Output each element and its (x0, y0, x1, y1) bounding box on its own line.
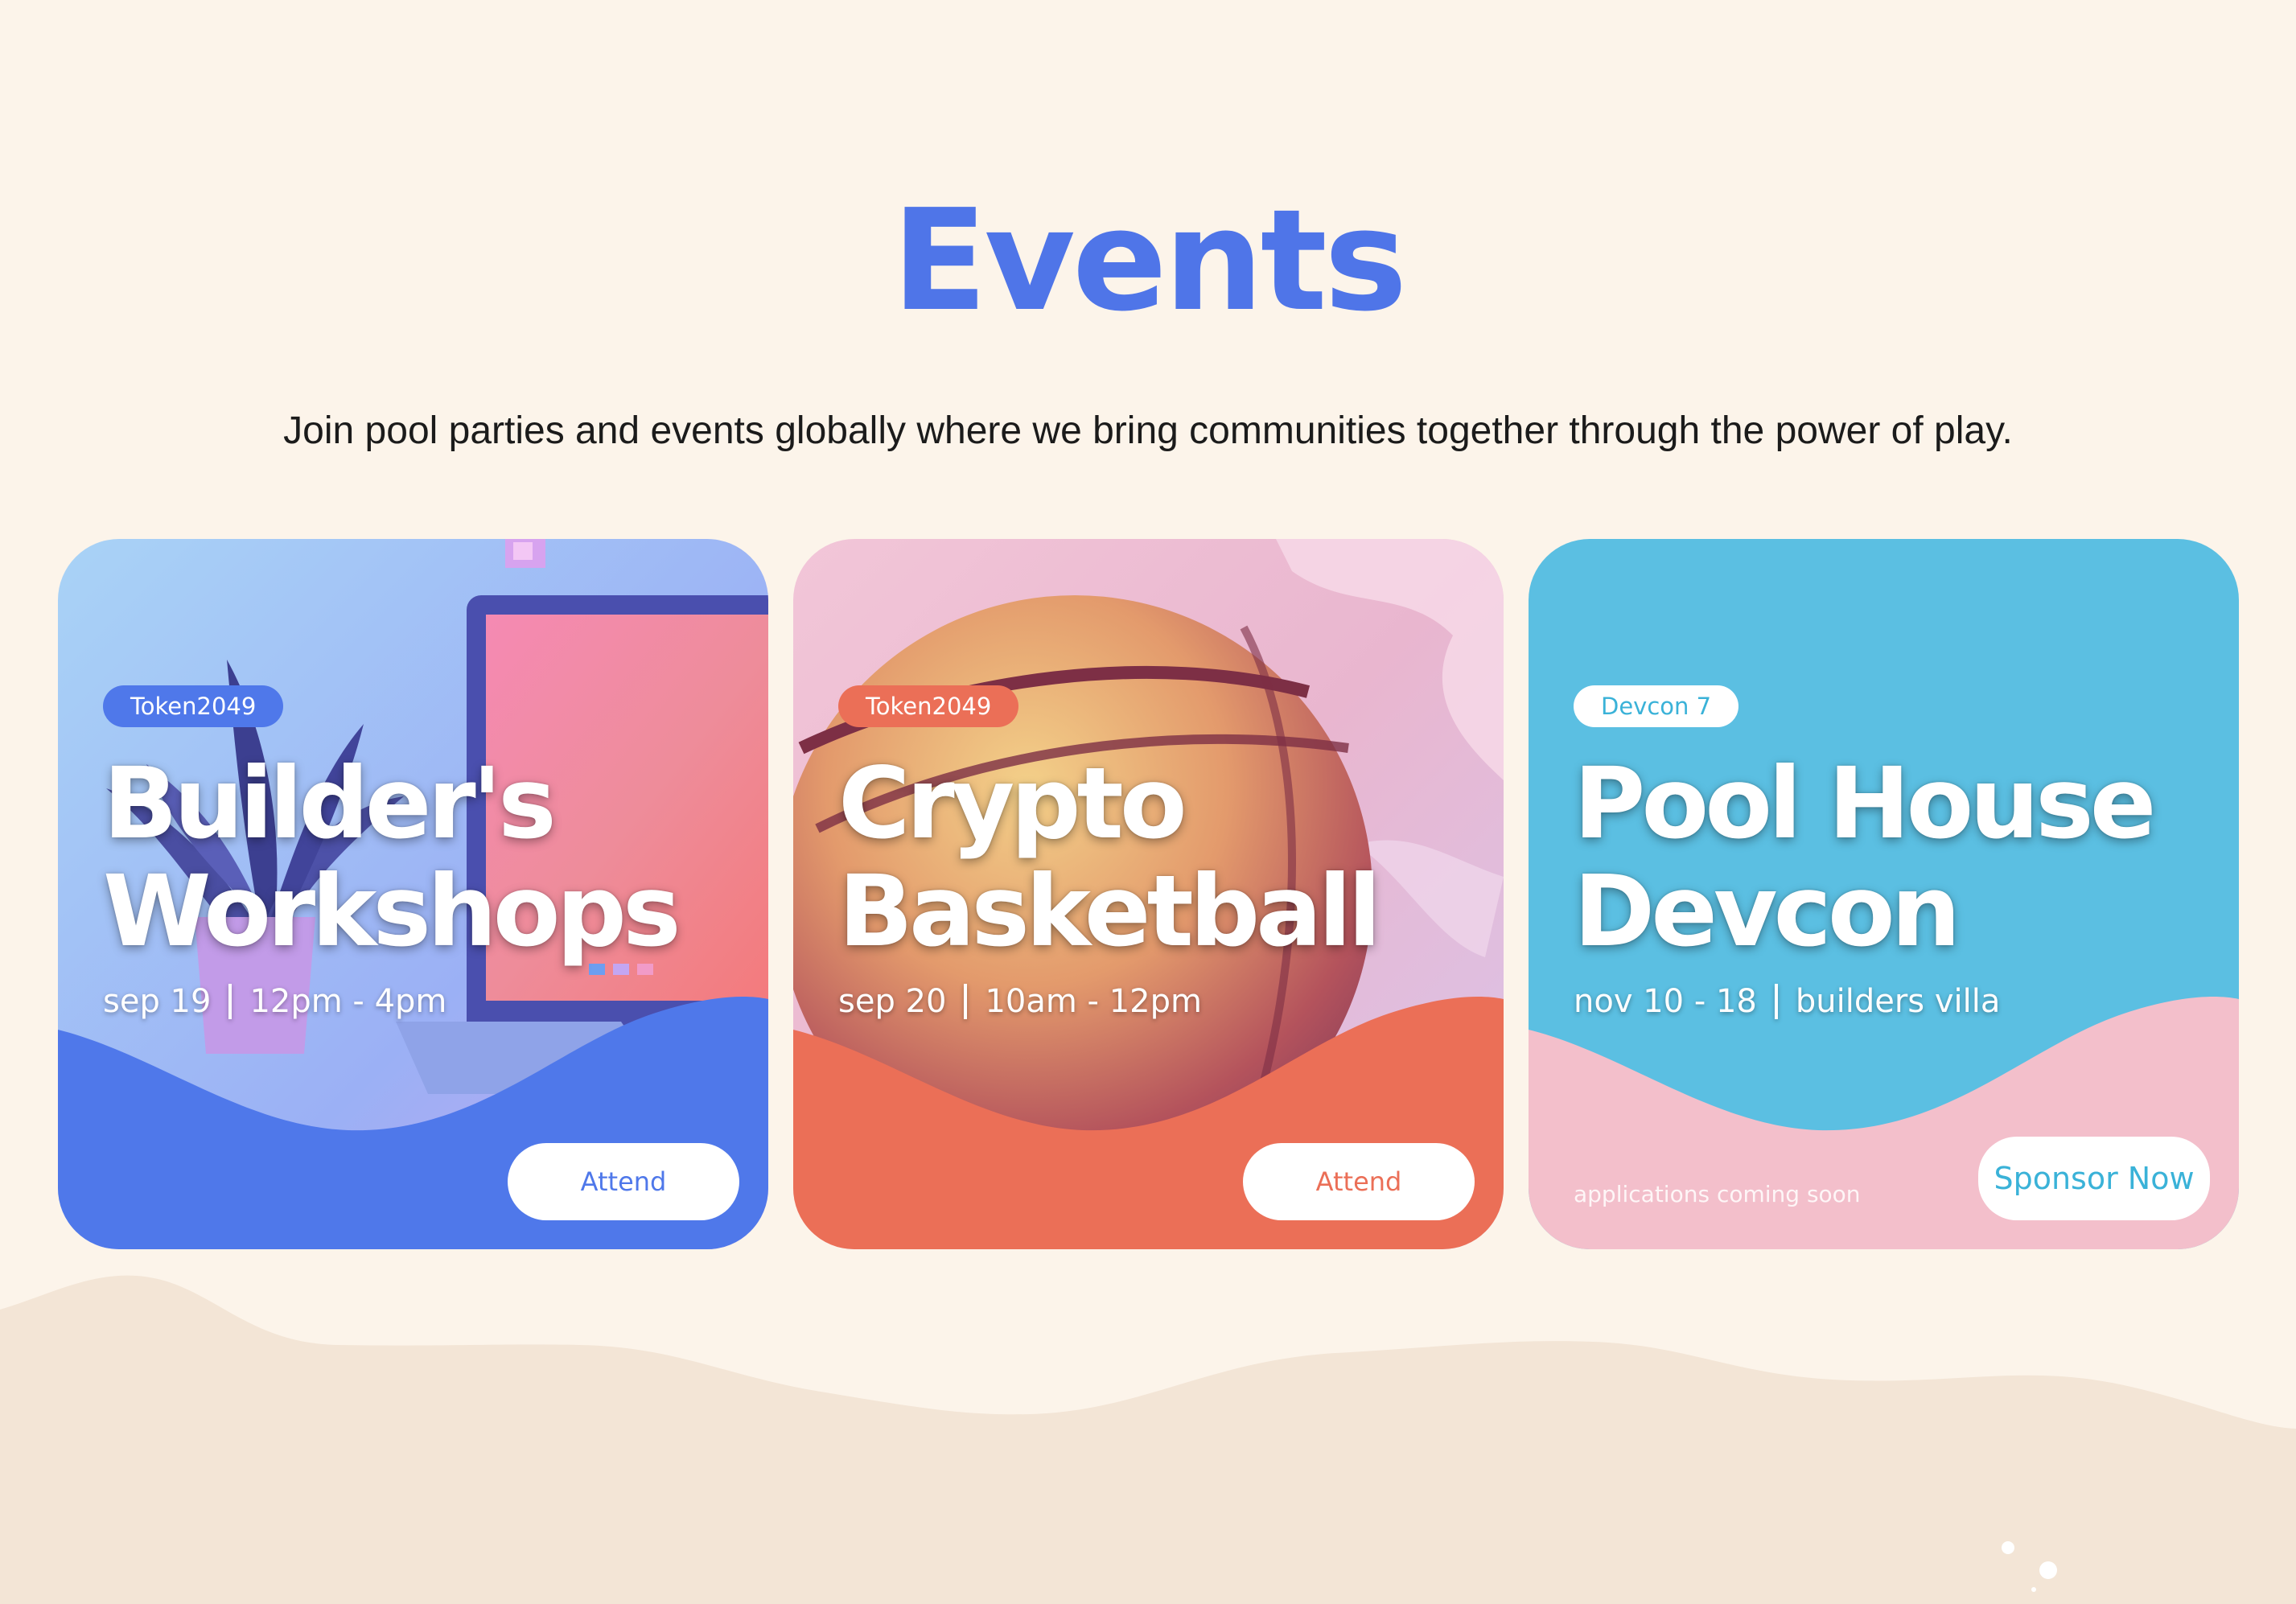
event-title-line: Builder's (103, 746, 557, 861)
event-meta: sep 20 10am - 12pm (838, 983, 1202, 1020)
page-subtitle: Join pool parties and events globally wh… (283, 409, 2013, 452)
attend-button[interactable]: Attend (508, 1143, 739, 1220)
event-time: 12pm - 4pm (249, 983, 447, 1020)
event-tag: Token2049 (103, 685, 284, 727)
page-title: Events (891, 179, 1408, 343)
meta-divider (964, 984, 968, 1019)
event-meta: nov 10 - 18 builders villa (1574, 983, 2000, 1020)
event-date: sep 20 (838, 983, 947, 1020)
event-title-line: Basketball (838, 854, 1381, 969)
event-title: Pool House Devcon (1574, 750, 2217, 965)
decorative-wave (0, 1275, 2296, 1604)
meta-divider (228, 984, 232, 1019)
sponsor-now-button[interactable]: Sponsor Now (1978, 1137, 2210, 1220)
applications-note: applications coming soon (1574, 1181, 1861, 1207)
event-date: nov 10 - 18 (1574, 983, 1757, 1020)
event-date: sep 19 (103, 983, 212, 1020)
event-time: 10am - 12pm (985, 983, 1202, 1020)
event-title-line: Crypto (838, 746, 1187, 861)
event-meta: sep 19 12pm - 4pm (103, 983, 446, 1020)
attend-button[interactable]: Attend (1243, 1143, 1475, 1220)
event-card-builders-workshops[interactable]: Token2049 Builder's Workshops sep 19 12p… (58, 539, 768, 1249)
event-card-crypto-basketball[interactable]: Token2049 Crypto Basketball sep 20 10am … (793, 539, 1504, 1249)
event-title-line: Workshops (103, 854, 681, 969)
event-title: Crypto Basketball (838, 750, 1482, 965)
event-cards: Token2049 Builder's Workshops sep 19 12p… (58, 539, 2239, 1249)
event-title-line: Pool House (1574, 746, 2156, 861)
event-title-line: Devcon (1574, 854, 1961, 969)
event-location: builders villa (1795, 983, 2001, 1020)
meta-divider (1774, 984, 1778, 1019)
event-tag: Token2049 (838, 685, 1019, 727)
event-title: Builder's Workshops (103, 750, 747, 965)
event-tag: Devcon 7 (1574, 685, 1739, 727)
event-card-pool-house-devcon[interactable]: Devcon 7 Pool House Devcon nov 10 - 18 b… (1529, 539, 2239, 1249)
